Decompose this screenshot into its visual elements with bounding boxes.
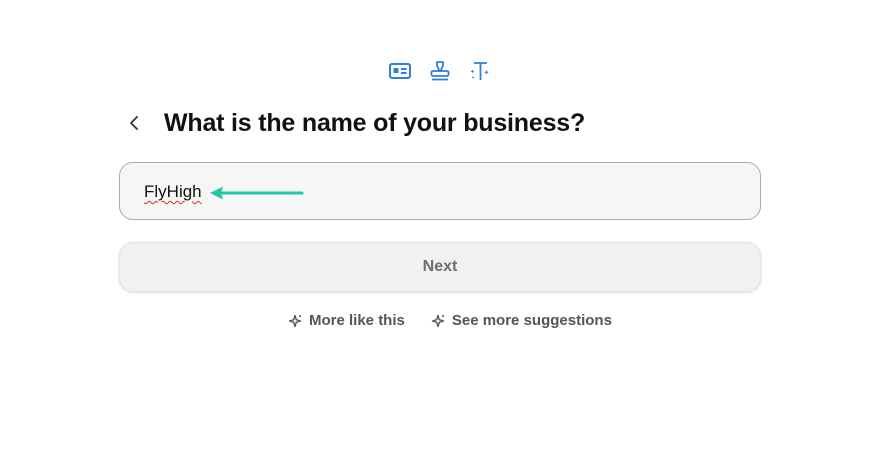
back-button[interactable] xyxy=(122,111,146,135)
step-indicator xyxy=(388,59,492,83)
next-button[interactable]: Next xyxy=(119,242,761,292)
page-title: What is the name of your business? xyxy=(164,109,586,137)
sparkle-icon xyxy=(431,314,445,327)
annotation-arrow-icon xyxy=(210,186,304,200)
chevron-left-icon xyxy=(130,116,138,130)
suggestion-links: More like this See more suggestions xyxy=(288,312,612,329)
more-like-this-link[interactable]: More like this xyxy=(288,312,405,329)
more-like-this-label: More like this xyxy=(309,312,405,329)
page: What is the name of your business? FlyHi… xyxy=(0,0,874,468)
sparkle-icon xyxy=(288,314,302,327)
business-name-input[interactable]: FlyHigh xyxy=(119,162,761,220)
business-name-value: FlyHigh xyxy=(144,182,202,201)
id-card-icon xyxy=(389,63,411,79)
stamp-icon xyxy=(430,61,450,81)
see-more-suggestions-label: See more suggestions xyxy=(451,312,612,329)
text-sparkle-icon xyxy=(470,62,489,80)
see-more-suggestions-link[interactable]: See more suggestions xyxy=(431,312,612,329)
